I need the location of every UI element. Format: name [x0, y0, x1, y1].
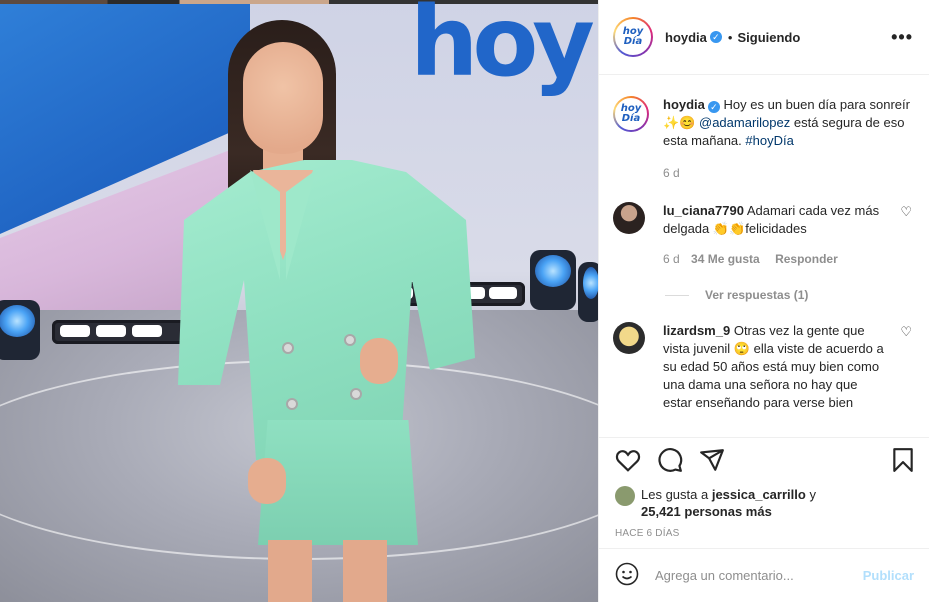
account-username[interactable]: hoydia	[665, 30, 707, 45]
caption-hashtag[interactable]: #hoyDía	[745, 133, 793, 148]
post-date[interactable]: HACE 6 DÍAS	[615, 528, 914, 539]
caption-text: Hoy es un buen día para sonreír	[723, 97, 910, 112]
share-icon[interactable]	[699, 448, 725, 475]
comment-age[interactable]: 6 d	[663, 252, 680, 266]
caption-username[interactable]: hoydia	[663, 97, 705, 112]
comment-like-icon[interactable]: ♡	[900, 324, 912, 340]
post-sidebar: hoy Día hoydia ✓ • Siguiendo ••• hoy Día…	[598, 0, 929, 602]
separator-dot: •	[727, 29, 733, 45]
comment-like-icon[interactable]: ♡	[900, 204, 912, 220]
comment-text-end: felicidades	[745, 221, 807, 236]
following-button[interactable]: Siguiendo	[737, 30, 800, 45]
verified-icon: ✓	[709, 31, 722, 43]
post-photo[interactable]: hoy	[0, 0, 598, 602]
liker-username[interactable]: jessica_carrillo	[712, 487, 806, 502]
commenter-avatar[interactable]	[613, 322, 645, 354]
commenter-avatar[interactable]	[613, 202, 645, 234]
caption-emoji: ✨😊	[663, 115, 696, 130]
comment-item: lu_ciana7790 Adamari cada vez más delgad…	[613, 202, 914, 268]
caption: hoy Día hoydia ✓ Hoy es un buen día para …	[613, 96, 914, 182]
reply-button[interactable]: Responder	[775, 252, 838, 266]
publish-button[interactable]: Publicar	[863, 568, 914, 583]
comment-username[interactable]: lizardsm_9	[663, 323, 730, 338]
liker-avatar[interactable]	[615, 486, 635, 506]
comment-username[interactable]: lu_ciana7790	[663, 203, 744, 218]
comment-likes[interactable]: 34 Me gusta	[691, 252, 760, 266]
comments-list[interactable]: hoy Día hoydia ✓ Hoy es un buen día para …	[599, 76, 929, 436]
comment-emoji: 🙄	[733, 341, 751, 356]
bookmark-icon[interactable]	[892, 447, 914, 476]
spotlight-far-right	[578, 262, 598, 322]
caption-age[interactable]: 6 d	[663, 164, 914, 182]
account-avatar[interactable]: hoy Día	[613, 17, 653, 57]
heart-icon[interactable]	[615, 448, 641, 475]
caption-avatar[interactable]: hoy Día	[613, 96, 649, 132]
add-comment-bar: Agrega un comentario... Publicar	[599, 548, 929, 602]
comment-input[interactable]: Agrega un comentario...	[655, 568, 794, 583]
presenter-figure	[168, 20, 488, 602]
likes-count[interactable]: 25,421 personas más	[641, 504, 772, 519]
comment-item: lizardsm_9 Otras vez la gente que vista …	[613, 322, 914, 412]
replies-line	[665, 294, 689, 296]
post-header: hoy Día hoydia ✓ • Siguiendo •••	[599, 0, 929, 75]
more-icon[interactable]: •••	[891, 27, 913, 48]
view-replies-button[interactable]: Ver respuestas (1)	[665, 288, 914, 302]
spotlight-left	[0, 300, 40, 360]
caption-mention[interactable]: @adamarilopez	[699, 115, 790, 130]
comment-icon[interactable]	[657, 447, 683, 476]
verified-icon: ✓	[707, 101, 720, 113]
emoji-icon[interactable]	[615, 562, 639, 589]
post-actions: Les gusta a jessica_carrillo y 25,421 pe…	[599, 437, 929, 539]
spotlight-right	[530, 250, 576, 310]
likes-summary: Les gusta a jessica_carrillo y 25,421 pe…	[615, 486, 914, 520]
comment-emoji: 👏👏	[712, 221, 746, 236]
